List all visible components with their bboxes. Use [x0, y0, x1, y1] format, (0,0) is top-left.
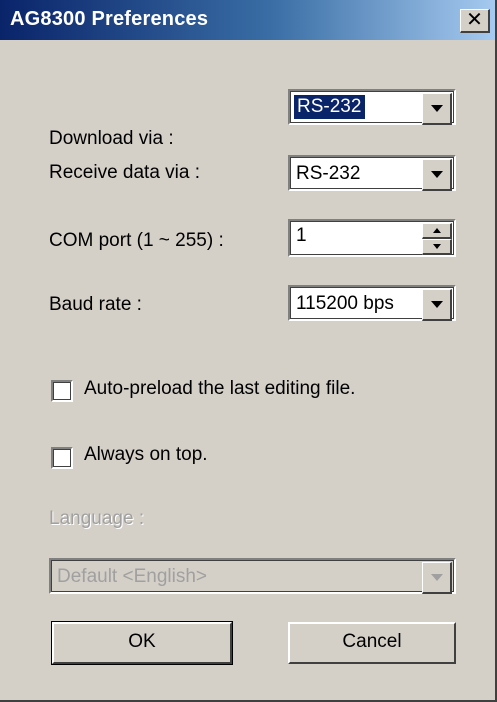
- language-select[interactable]: Default <English>: [49, 558, 456, 594]
- cancel-button[interactable]: Cancel: [288, 622, 456, 664]
- download-via-value: RS-232: [294, 95, 366, 119]
- ok-button[interactable]: OK: [51, 621, 233, 665]
- download-via-dropdown-button[interactable]: [422, 93, 452, 125]
- preferences-dialog: AG8300 Preferences ✕ Download via : RS-2…: [0, 0, 497, 702]
- close-button[interactable]: ✕: [460, 9, 490, 33]
- com-port-spinbox[interactable]: 1: [288, 219, 456, 257]
- baud-rate-label: Baud rate :: [49, 294, 142, 315]
- baud-rate-dropdown-button[interactable]: [422, 289, 452, 321]
- dialog-title: AG8300 Preferences: [10, 8, 209, 30]
- title-bar[interactable]: AG8300 Preferences ✕: [0, 0, 495, 40]
- baud-rate-select[interactable]: 115200 bps: [288, 285, 456, 321]
- receive-data-via-select[interactable]: RS-232: [288, 155, 456, 191]
- baud-rate-value: 115200 bps: [296, 293, 394, 314]
- com-port-value: 1: [296, 225, 307, 246]
- com-port-decrement-button[interactable]: [422, 239, 452, 255]
- close-icon: ✕: [466, 9, 483, 31]
- auto-preload-label[interactable]: Auto-preload the last editing file.: [84, 378, 355, 400]
- language-label: Language :: [49, 508, 145, 529]
- download-via-select[interactable]: RS-232: [288, 89, 456, 125]
- receive-data-via-dropdown-button[interactable]: [422, 159, 452, 191]
- com-port-label: COM port (1 ~ 255) :: [49, 230, 224, 251]
- auto-preload-checkbox[interactable]: [51, 380, 73, 402]
- language-value: Default <English>: [57, 566, 207, 587]
- download-via-label: Download via :: [49, 128, 174, 149]
- language-dropdown-button[interactable]: [422, 562, 452, 594]
- receive-data-via-value: RS-232: [296, 163, 361, 184]
- always-on-top-label[interactable]: Always on top.: [84, 444, 208, 466]
- always-on-top-checkbox[interactable]: [51, 447, 73, 469]
- com-port-increment-button[interactable]: [422, 223, 452, 239]
- receive-data-via-label: Receive data via :: [49, 162, 201, 183]
